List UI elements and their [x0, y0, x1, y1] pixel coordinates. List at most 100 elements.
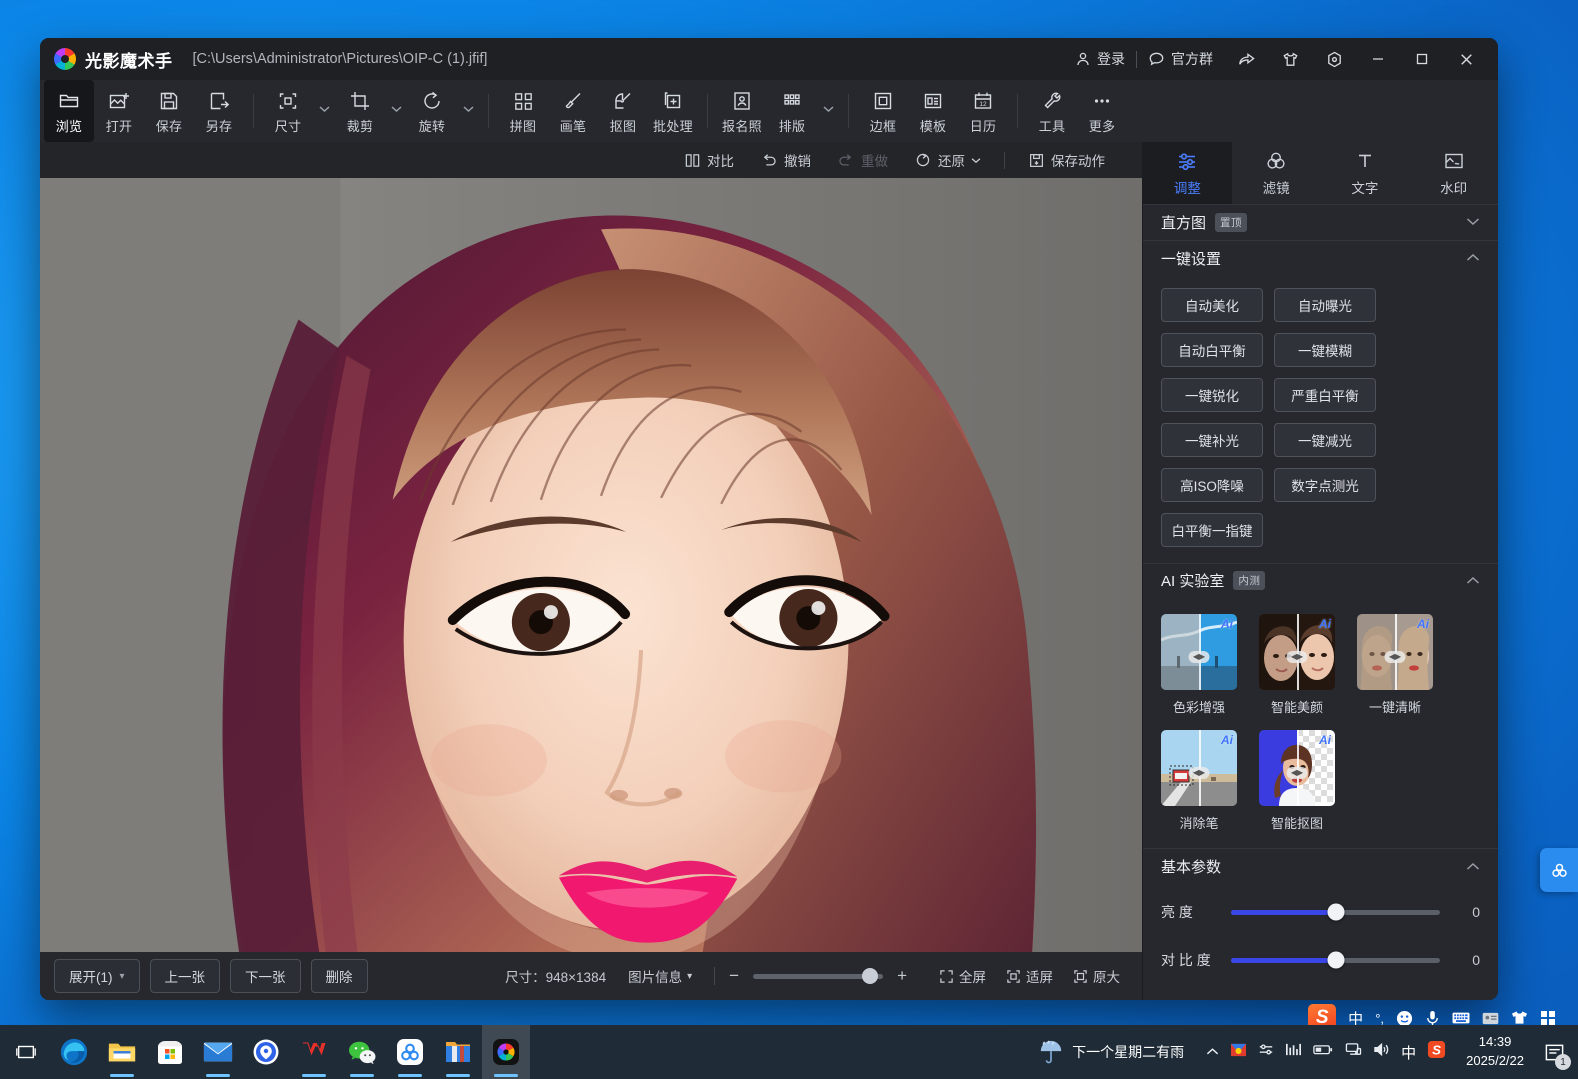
ai-feature-eraser-pen[interactable]: Ai ◀▶ 消除笔	[1161, 730, 1237, 832]
zoom-slider-handle[interactable]	[862, 968, 879, 984]
toolbar-item-calendar[interactable]: 12 日历	[958, 80, 1008, 142]
compare-handle[interactable]: ◀▶	[1384, 650, 1406, 663]
zoom-in-button[interactable]: +	[897, 966, 907, 986]
preset-button[interactable]: 白平衡一指键	[1161, 512, 1263, 547]
shirt-icon[interactable]	[1511, 1010, 1528, 1026]
taskbar-item-file-explorer[interactable]	[98, 1025, 146, 1079]
toolbar-item-save-as[interactable]: 另存	[194, 80, 244, 142]
preset-button[interactable]: 一键模糊	[1274, 332, 1376, 367]
tab-text[interactable]: 文字	[1321, 142, 1410, 204]
toolbar-item-tools[interactable]: 工具	[1027, 80, 1077, 142]
next-image-button[interactable]: 下一张	[230, 959, 301, 993]
toolbar-item-border[interactable]: 边框	[858, 80, 908, 142]
fullscreen-button[interactable]: 全屏	[931, 961, 994, 991]
redo-button[interactable]: 重做	[824, 146, 901, 174]
tray-sogou-button[interactable]: S	[1427, 1040, 1446, 1064]
tray-volume-button[interactable]	[1373, 1042, 1390, 1062]
section-basic-params-header[interactable]: 基本参数	[1143, 848, 1498, 884]
toolbar-item-layout[interactable]: 排版	[767, 80, 817, 142]
taskbar-item-browser-blue[interactable]	[242, 1025, 290, 1079]
ai-feature-smart-beauty[interactable]: Ai ◀▶ 智能美颜	[1259, 614, 1335, 716]
settings-button[interactable]	[1312, 38, 1356, 80]
slider-handle[interactable]	[1327, 903, 1344, 921]
compare-handle[interactable]: ◀▶	[1286, 650, 1308, 663]
grid-icon[interactable]	[1540, 1010, 1556, 1026]
layout-dropdown-caret[interactable]	[817, 80, 839, 142]
toolbar-item-id-photo[interactable]: 报名照	[717, 80, 767, 142]
taskbar-item-edge[interactable]	[50, 1025, 98, 1079]
preset-button[interactable]: 数字点测光	[1274, 467, 1376, 502]
toolbar-item-size[interactable]: 尺寸	[263, 80, 313, 142]
toolbar-item-template[interactable]: 模板	[908, 80, 958, 142]
taskbar-item-mail[interactable]	[194, 1025, 242, 1079]
toolbar-item-rotate[interactable]: 旋转	[407, 80, 457, 142]
preset-button[interactable]: 自动曝光	[1274, 287, 1376, 322]
slider-handle[interactable]	[1327, 951, 1344, 969]
taskbar-item-wechat[interactable]	[338, 1025, 386, 1079]
mic-icon[interactable]	[1425, 1010, 1440, 1027]
section-one-click-header[interactable]: 一键设置	[1143, 239, 1498, 276]
undo-button[interactable]: 撤销	[747, 146, 824, 174]
toolbar-item-collage[interactable]: 拼图	[498, 80, 548, 142]
tray-equalizer-button[interactable]	[1285, 1042, 1302, 1062]
tray-ime-chinese[interactable]: 中	[1401, 1042, 1416, 1063]
tab-filter[interactable]: 滤镜	[1232, 142, 1321, 204]
notification-center-button[interactable]: 1	[1534, 1025, 1574, 1079]
save-action-button[interactable]: 保存动作	[1015, 146, 1118, 174]
official-group-button[interactable]: 官方群	[1137, 38, 1224, 80]
tray-battery-button[interactable]	[1313, 1043, 1333, 1061]
compare-handle[interactable]: ◀▶	[1188, 650, 1210, 663]
preset-button[interactable]: 一键补光	[1161, 422, 1263, 457]
size-dropdown-caret[interactable]	[313, 80, 335, 142]
taskbar-item-wps-office[interactable]	[290, 1025, 338, 1079]
keyboard-icon[interactable]	[1452, 1011, 1470, 1025]
slider-track[interactable]	[1231, 951, 1440, 969]
toolbar-item-batch[interactable]: 批处理	[648, 80, 698, 142]
emoji-icon[interactable]	[1396, 1010, 1413, 1027]
card-icon[interactable]	[1482, 1012, 1499, 1025]
toolbar-item-browse[interactable]: 浏览	[44, 80, 94, 142]
toolbar-item-brush[interactable]: 画笔	[548, 80, 598, 142]
close-button[interactable]	[1444, 38, 1488, 80]
tray-settings-button[interactable]	[1258, 1042, 1274, 1062]
compare-handle[interactable]: ◀▶	[1188, 766, 1210, 779]
maximize-button[interactable]	[1400, 38, 1444, 80]
tab-adjust[interactable]: 调整	[1143, 142, 1232, 204]
preset-button[interactable]: 一键锐化	[1161, 377, 1263, 412]
taskbar-item-microsoft-store[interactable]	[146, 1025, 194, 1079]
toolbar-item-cutout[interactable]: 抠图	[598, 80, 648, 142]
taskbar-item-guangying[interactable]	[482, 1025, 530, 1079]
preset-button[interactable]: 一键减光	[1274, 422, 1376, 457]
crop-dropdown-caret[interactable]	[385, 80, 407, 142]
tray-expand-button[interactable]	[1206, 1043, 1219, 1061]
fit-screen-button[interactable]: 适屏	[998, 961, 1061, 991]
preset-button[interactable]: 严重白平衡	[1274, 377, 1376, 412]
compare-button[interactable]: 对比	[671, 146, 747, 174]
image-info-button[interactable]: 图片信息 ▾	[620, 961, 700, 991]
ai-feature-one-click-clear[interactable]: Ai ◀▶ 一键清晰	[1357, 614, 1433, 716]
ime-punctuation[interactable]: °,	[1375, 1011, 1384, 1026]
section-ai-lab-header[interactable]: AI 实验室 内测	[1143, 562, 1498, 599]
tray-network-button[interactable]	[1344, 1042, 1362, 1062]
weather-widget[interactable]: 下一个星期二有雨	[1026, 1025, 1196, 1079]
theme-button[interactable]	[1268, 38, 1312, 80]
share-button[interactable]	[1224, 38, 1268, 80]
slider-track[interactable]	[1231, 903, 1440, 921]
delete-image-button[interactable]: 删除	[310, 959, 368, 993]
rotate-dropdown-caret[interactable]	[457, 80, 479, 142]
toolbar-item-open[interactable]: 打开	[94, 80, 144, 142]
side-dock-button[interactable]	[1540, 848, 1578, 892]
preset-button[interactable]: 高ISO降噪	[1161, 467, 1263, 502]
zoom-out-button[interactable]: −	[729, 966, 739, 986]
taskbar-item-task-view[interactable]	[2, 1025, 50, 1079]
preset-button[interactable]: 自动白平衡	[1161, 332, 1263, 367]
compare-handle[interactable]: ◀▶	[1286, 766, 1308, 779]
toolbar-item-more[interactable]: 更多	[1077, 80, 1127, 142]
ai-feature-smart-cutout[interactable]: Ai ◀▶ 智能抠图	[1259, 730, 1335, 832]
toolbar-item-save[interactable]: 保存	[144, 80, 194, 142]
prev-image-button[interactable]: 上一张	[149, 959, 221, 993]
toolbar-item-crop[interactable]: 裁剪	[335, 80, 385, 142]
login-button[interactable]: 登录	[1064, 38, 1136, 80]
clock-widget[interactable]: 14:39 2025/2/22	[1456, 1033, 1534, 1071]
tab-watermark[interactable]: 水印	[1409, 142, 1498, 204]
